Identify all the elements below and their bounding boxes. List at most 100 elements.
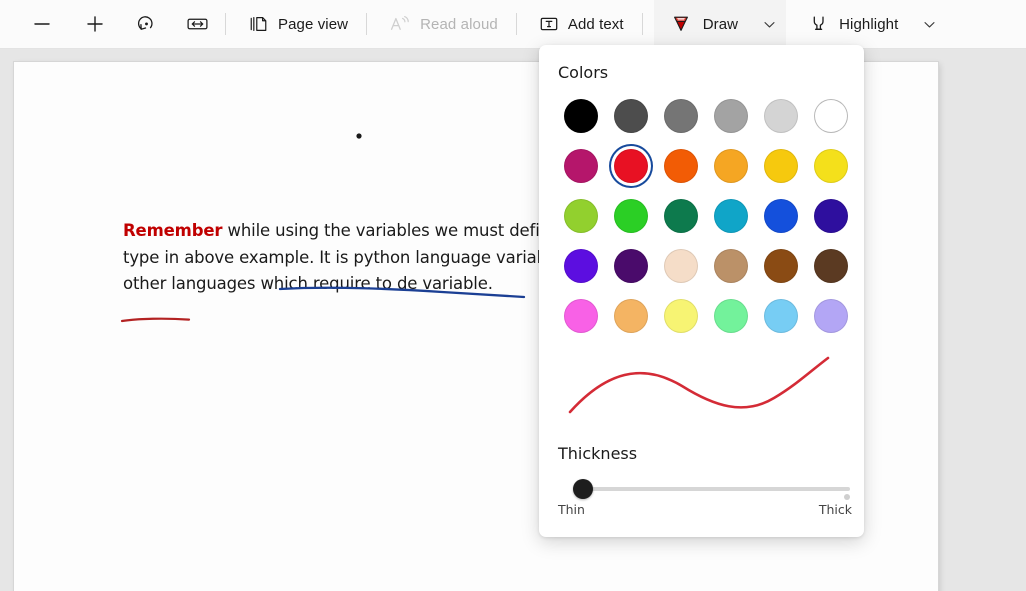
- paragraph-lead-word: Remember: [123, 221, 223, 240]
- ink-red-underline: [120, 317, 191, 323]
- minus-icon: [32, 14, 52, 34]
- fit-to-width-icon: [186, 14, 209, 34]
- toolbar-divider-3: [515, 13, 517, 35]
- chevron-down-icon-2: [923, 18, 936, 31]
- swatch-purple-dot: [614, 249, 648, 283]
- add-text-button[interactable]: Add text: [530, 6, 633, 42]
- thickness-slider-end-dot: [844, 494, 850, 500]
- highlight-button[interactable]: Highlight: [799, 6, 907, 42]
- swatch-indigo-dot: [814, 199, 848, 233]
- swatch-tan-dot: [714, 249, 748, 283]
- swatch-light-green[interactable]: [706, 291, 756, 341]
- swatch-black-dot: [564, 99, 598, 133]
- swatch-blue-dot: [764, 199, 798, 233]
- toolbar-divider-4: [641, 13, 643, 35]
- swatch-peach[interactable]: [656, 241, 706, 291]
- swatch-red-dot: [614, 149, 648, 183]
- zoom-out-button[interactable]: [23, 6, 61, 42]
- swatch-dark-gray[interactable]: [606, 91, 656, 141]
- swatch-medium-gray-dot: [714, 99, 748, 133]
- swatch-light-yellow[interactable]: [656, 291, 706, 341]
- color-swatch-grid[interactable]: [556, 91, 848, 341]
- swatch-black[interactable]: [556, 91, 606, 141]
- document-viewport[interactable]: Remember while using the variables we mu…: [0, 49, 1026, 591]
- swatch-light-orange-dot: [614, 299, 648, 333]
- chevron-down-icon: [763, 18, 776, 31]
- swatch-lime-dot: [564, 199, 598, 233]
- zoom-in-button[interactable]: [76, 6, 114, 42]
- page-view-label: Page view: [278, 15, 349, 33]
- highlight-options-chevron-button[interactable]: [913, 6, 943, 42]
- swatch-green-dot: [614, 199, 648, 233]
- draw-label: Draw: [702, 15, 739, 33]
- swatch-amber[interactable]: [706, 141, 756, 191]
- ink-dot: [356, 133, 362, 139]
- add-text-label: Add text: [567, 15, 624, 33]
- plus-icon: [85, 14, 105, 34]
- swatch-pink-dot: [564, 299, 598, 333]
- swatch-sky-blue-dot: [764, 299, 798, 333]
- swatch-light-gray[interactable]: [756, 91, 806, 141]
- swatch-peach-dot: [664, 249, 698, 283]
- swatch-violet[interactable]: [556, 241, 606, 291]
- pdf-reader-window: Page view Read aloud Add text Draw Highl…: [0, 0, 1026, 591]
- swatch-white[interactable]: [806, 91, 856, 141]
- swatch-pink[interactable]: [556, 291, 606, 341]
- swatch-light-gray-dot: [764, 99, 798, 133]
- reader-toolbar: Page view Read aloud Add text Draw Highl…: [0, 0, 1026, 49]
- swatch-lavender[interactable]: [806, 291, 856, 341]
- swatch-indigo[interactable]: [806, 191, 856, 241]
- swatch-dark-gray-dot: [614, 99, 648, 133]
- swatch-gray-dot: [664, 99, 698, 133]
- swatch-violet-dot: [564, 249, 598, 283]
- swatch-dark-brown[interactable]: [806, 241, 856, 291]
- draw-pen-icon: [668, 12, 694, 36]
- draw-options-chevron-button[interactable]: [750, 0, 787, 49]
- swatch-blue[interactable]: [756, 191, 806, 241]
- swatch-magenta[interactable]: [556, 141, 606, 191]
- read-aloud-icon: [389, 14, 411, 34]
- swatch-dark-green[interactable]: [656, 191, 706, 241]
- draw-options-flyout: Colors Thickness Thin Thick: [539, 45, 864, 537]
- swatch-medium-gray[interactable]: [706, 91, 756, 141]
- swatch-green[interactable]: [606, 191, 656, 241]
- stroke-preview: [568, 356, 830, 414]
- toolbar-divider-1: [225, 13, 226, 35]
- swatch-orange[interactable]: [656, 141, 706, 191]
- page-view-icon: [248, 14, 269, 34]
- swatch-sky-blue[interactable]: [756, 291, 806, 341]
- page-view-button[interactable]: Page view: [239, 6, 357, 42]
- swatch-lime[interactable]: [556, 191, 606, 241]
- swatch-yellow[interactable]: [806, 141, 856, 191]
- thickness-slider-track[interactable]: [574, 487, 850, 500]
- swatch-orange-dot: [664, 149, 698, 183]
- thickness-slider-thumb[interactable]: [573, 479, 593, 499]
- rotate-button[interactable]: [127, 6, 165, 42]
- thickness-section-title: Thickness: [558, 444, 638, 463]
- thickness-slider[interactable]: [558, 479, 850, 500]
- highlight-label: Highlight: [839, 15, 899, 33]
- fit-to-width-button[interactable]: [178, 6, 216, 42]
- swatch-white-dot: [814, 99, 848, 133]
- swatch-teal[interactable]: [706, 191, 756, 241]
- thickness-slider-labels: Thin Thick: [558, 502, 852, 517]
- swatch-light-yellow-dot: [664, 299, 698, 333]
- swatch-gray[interactable]: [656, 91, 706, 141]
- toolbar-divider-2: [366, 13, 368, 35]
- swatch-light-orange[interactable]: [606, 291, 656, 341]
- swatch-magenta-dot: [564, 149, 598, 183]
- swatch-tan[interactable]: [706, 241, 756, 291]
- swatch-dark-green-dot: [664, 199, 698, 233]
- swatch-amber-dot: [714, 149, 748, 183]
- swatch-brown-dot: [764, 249, 798, 283]
- swatch-purple[interactable]: [606, 241, 656, 291]
- swatch-gold[interactable]: [756, 141, 806, 191]
- read-aloud-button[interactable]: Read aloud: [380, 6, 507, 42]
- swatch-red[interactable]: [606, 141, 656, 191]
- swatch-brown[interactable]: [756, 241, 806, 291]
- thin-label: Thin: [558, 502, 585, 517]
- draw-button[interactable]: Draw: [653, 0, 751, 49]
- swatch-yellow-dot: [814, 149, 848, 183]
- read-aloud-label: Read aloud: [420, 15, 498, 33]
- swatch-dark-brown-dot: [814, 249, 848, 283]
